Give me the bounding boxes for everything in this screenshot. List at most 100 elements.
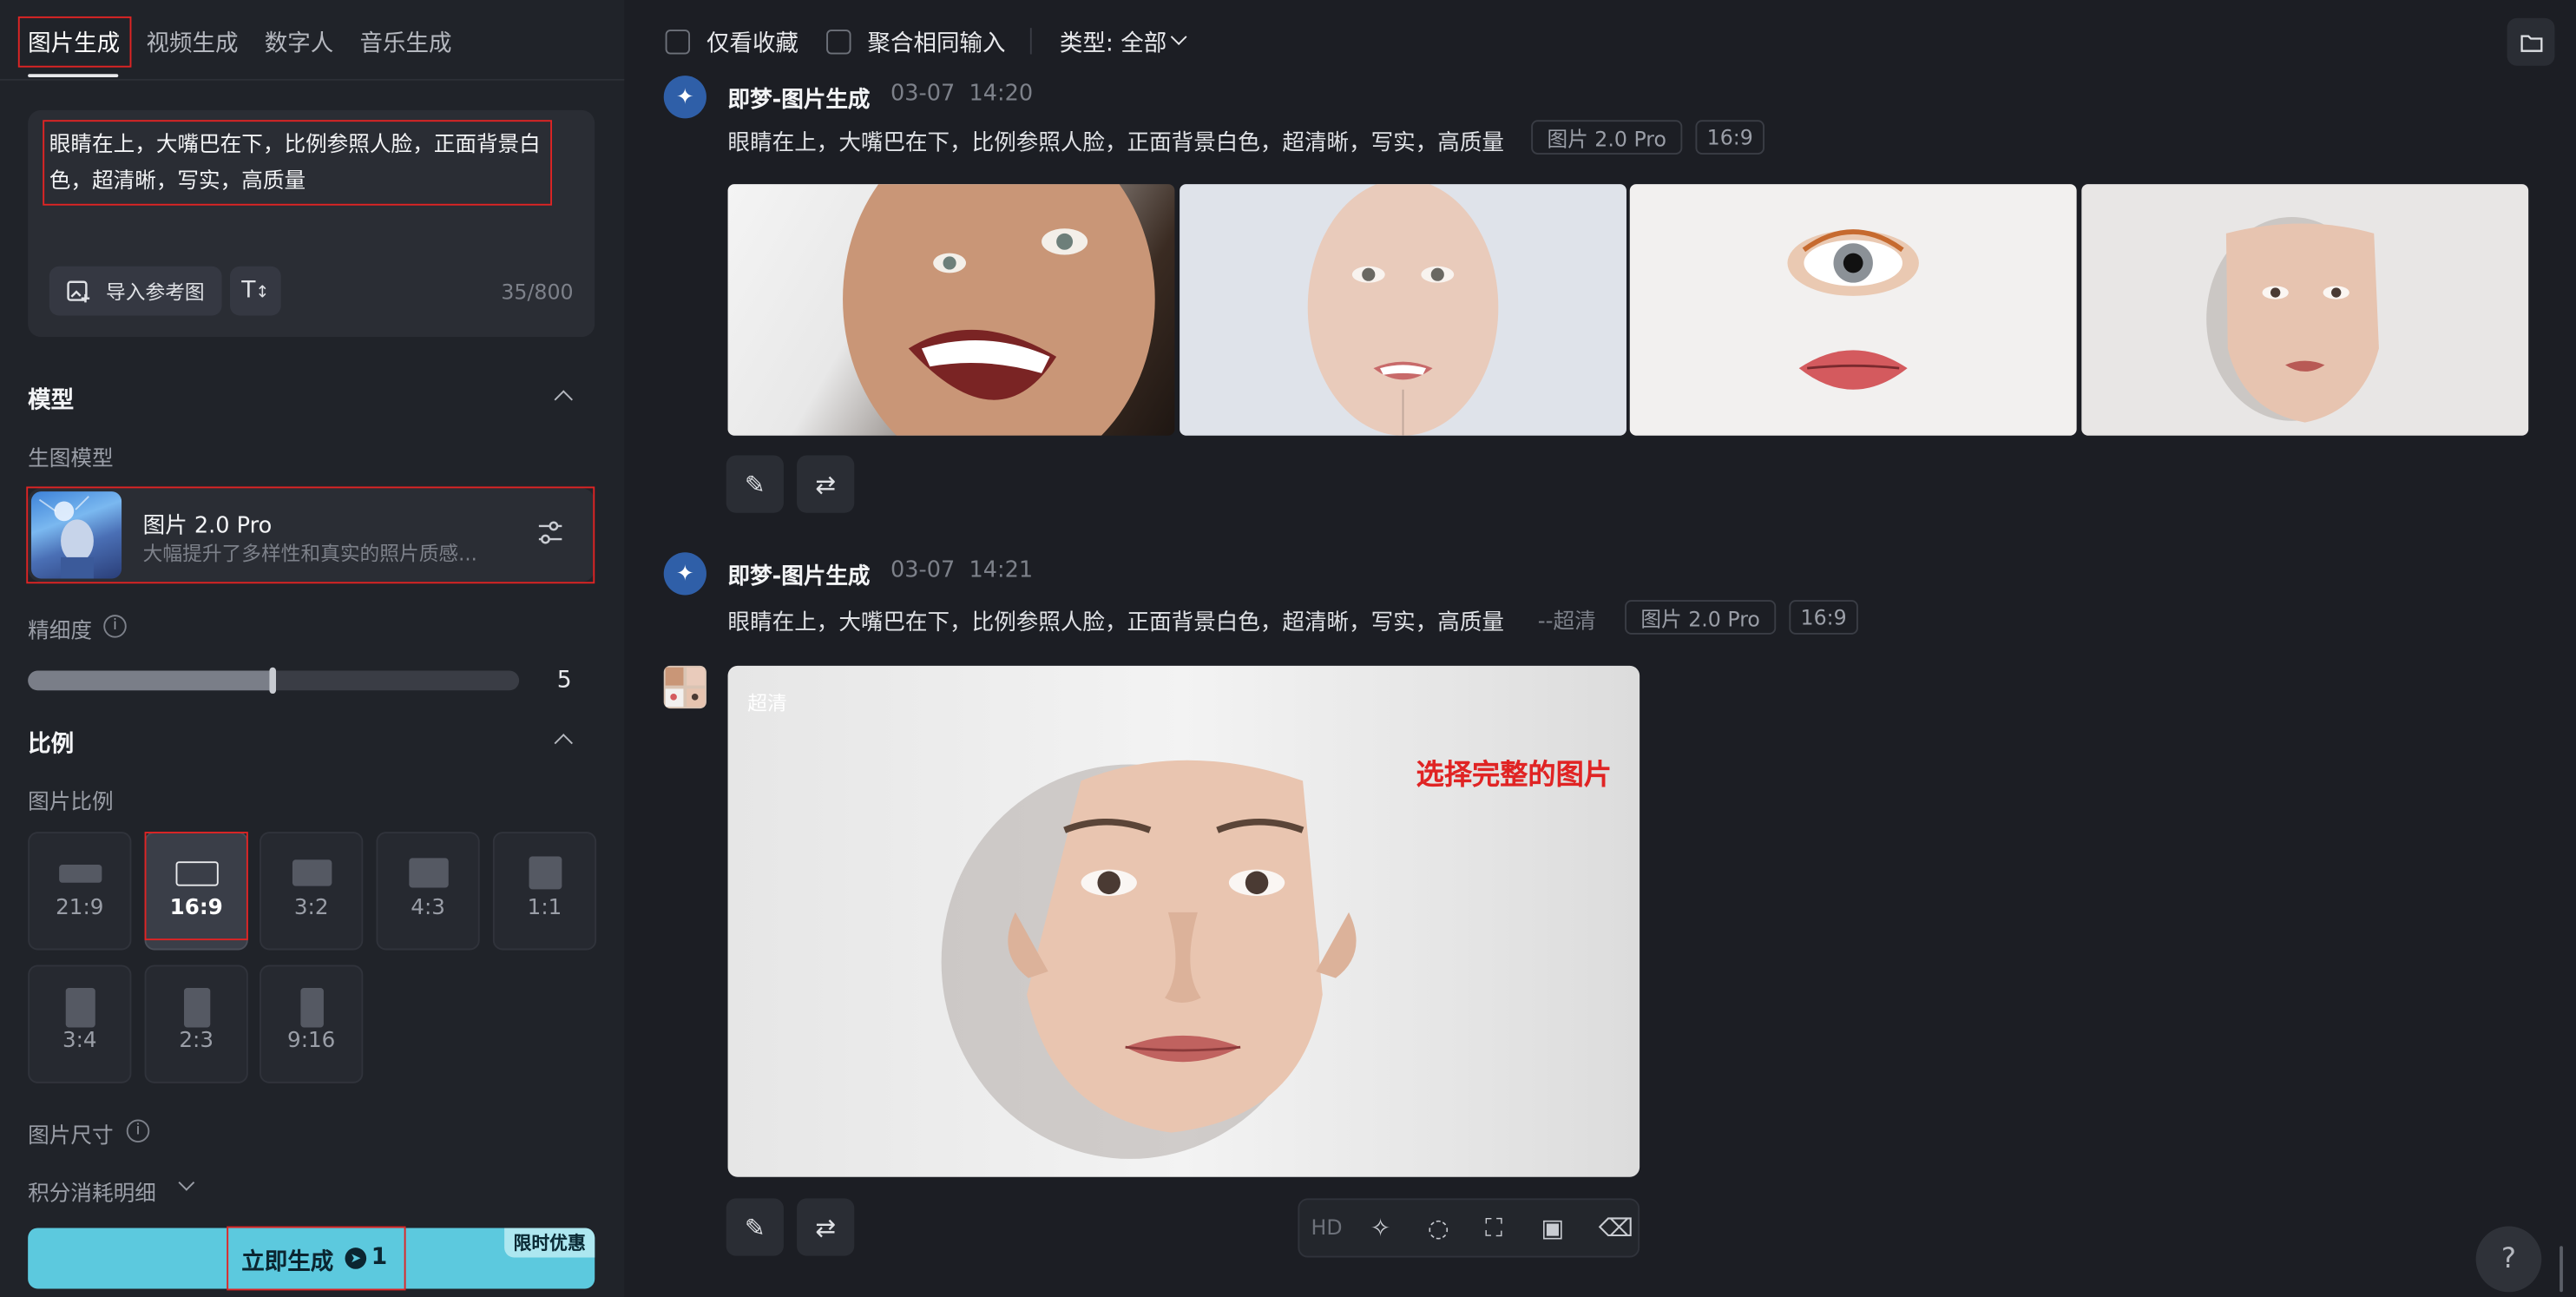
- settings-sliders-icon[interactable]: [536, 519, 565, 545]
- text-style-button[interactable]: T↕: [230, 266, 281, 316]
- edit-button[interactable]: ✎: [726, 1198, 784, 1256]
- detail-slider-handle[interactable]: [269, 667, 277, 695]
- face-mask-image: [2206, 216, 2379, 423]
- hd-button[interactable]: HD: [1311, 1215, 1343, 1239]
- ratio-tag: 16:9: [1789, 600, 1858, 635]
- ratio-option-1-1[interactable]: 1:1: [492, 832, 597, 951]
- face-mask-upscaled: [941, 760, 1357, 1159]
- cost-detail-link[interactable]: 积分消耗明细: [28, 1175, 156, 1206]
- pencil-icon: ✎: [744, 469, 766, 499]
- import-reference-button[interactable]: 导入参考图: [49, 266, 222, 316]
- ratio-label: 21:9: [56, 895, 104, 921]
- help-button[interactable]: ?: [2475, 1226, 2542, 1293]
- aggregate-inputs-checkbox[interactable]: [826, 30, 851, 55]
- model-name: 图片 2.0 Pro: [142, 512, 273, 540]
- ratio-option-3-2[interactable]: 3:2: [260, 832, 364, 951]
- tab-divider: [0, 78, 625, 81]
- ratio-option-2-3[interactable]: 2:3: [144, 965, 248, 1083]
- ratio-option-16-9[interactable]: 16:9: [144, 832, 248, 951]
- ratio-label: 3:4: [62, 1029, 97, 1054]
- model-tag: 图片 2.0 Pro: [1531, 120, 1683, 155]
- generation-title: 即梦-图片生成: [727, 87, 871, 114]
- info-icon[interactable]: i: [103, 615, 127, 638]
- char-count: 35/800: [501, 279, 574, 305]
- regenerate-icon: ⇄: [815, 469, 837, 499]
- import-reference-label: 导入参考图: [106, 280, 205, 304]
- scrollbar[interactable]: [2560, 1246, 2563, 1293]
- regenerate-button[interactable]: ⇄: [797, 1198, 855, 1256]
- generation-prompt: 眼睛在上，大嘴巴在下，比例参照人脸，正面背景白色，超清晰，写实，高质量: [727, 609, 1504, 636]
- favorites-only-checkbox[interactable]: [665, 30, 691, 55]
- ratio-option-3-4[interactable]: 3:4: [28, 965, 132, 1083]
- ratio-tag: 16:9: [1695, 120, 1764, 155]
- tab-music-generation[interactable]: 音乐生成: [360, 26, 452, 59]
- generated-image[interactable]: [727, 184, 1175, 436]
- ratio-shape: [529, 856, 562, 890]
- generated-image[interactable]: [1629, 184, 2077, 436]
- tab-video-generation[interactable]: 视频生成: [146, 26, 238, 59]
- source-image-thumbnail[interactable]: [663, 665, 706, 709]
- ratio-option-4-3[interactable]: 4:3: [376, 832, 480, 951]
- promo-badge: 限时优惠: [504, 1228, 595, 1258]
- tab-image-generation[interactable]: 图片生成: [28, 26, 120, 59]
- partial-redraw-icon[interactable]: ◌: [1428, 1213, 1449, 1242]
- model-description: 大幅提升了多样性和真实的照片质感...: [142, 542, 477, 566]
- ratio-label: 4:3: [411, 895, 445, 921]
- face-image-1: [843, 184, 1155, 436]
- detail-label: 精细度: [28, 619, 93, 645]
- credit-icon: ➤: [345, 1248, 367, 1269]
- magic-wand-icon[interactable]: ✧: [1370, 1213, 1391, 1242]
- prompt-input[interactable]: 眼睛在上，大嘴巴在下，比例参照人脸，正面背景白色，超清晰，写实，高质量: [49, 128, 550, 199]
- ratio-shape: [300, 987, 324, 1028]
- ratio-option-9-16[interactable]: 9:16: [260, 965, 364, 1083]
- folder-icon: [2520, 34, 2542, 51]
- folder-button[interactable]: [2507, 17, 2555, 66]
- upscaled-image[interactable]: [727, 665, 1640, 1177]
- ratio-label: 9:16: [287, 1029, 336, 1054]
- generated-image[interactable]: [1180, 184, 1626, 436]
- upscale-suffix: --超清: [1537, 609, 1596, 635]
- ratio-shape: [292, 859, 332, 886]
- pencil-icon: ✎: [744, 1212, 766, 1242]
- toolbar-divider: [1029, 28, 1032, 55]
- ratio-shape: [65, 987, 95, 1028]
- model-section-title: 模型: [28, 387, 75, 415]
- tab-digital-human[interactable]: 数字人: [265, 26, 334, 59]
- ratio-shape: [184, 987, 211, 1028]
- ratio-option-21-9[interactable]: 21:9: [28, 832, 132, 951]
- info-icon[interactable]: i: [126, 1119, 150, 1142]
- annotation-text: 选择完整的图片: [1416, 759, 1612, 793]
- detail-value: 5: [556, 667, 572, 695]
- model-subtitle: 生图模型: [28, 447, 114, 472]
- ratio-label: 1:1: [527, 895, 562, 921]
- ratio-shape: [409, 858, 449, 888]
- expand-frame-icon[interactable]: ⛶: [1485, 1213, 1502, 1242]
- ratio-section-title: 比例: [28, 731, 75, 758]
- detail-slider-fill: [28, 670, 275, 691]
- ratio-subtitle: 图片比例: [28, 790, 114, 816]
- model-thumbnail: [30, 491, 122, 579]
- image-to-video-icon[interactable]: ▣: [1541, 1213, 1565, 1242]
- favorites-only-label[interactable]: 仅看收藏: [706, 26, 798, 59]
- dreamina-avatar: ✦: [663, 552, 706, 596]
- generate-label: 立即生成: [241, 1249, 334, 1276]
- type-filter-dropdown[interactable]: 类型: 全部: [1060, 26, 1166, 59]
- hd-badge: 超清: [747, 692, 787, 715]
- generation-time: 03-07 14:20: [890, 80, 1034, 108]
- eraser-icon[interactable]: ⌫: [1599, 1213, 1633, 1242]
- star-icon: ✦: [676, 561, 694, 587]
- generation-prompt: 眼睛在上，大嘴巴在下，比例参照人脸，正面背景白色，超清晰，写实，高质量: [727, 129, 1504, 156]
- aggregate-inputs-label[interactable]: 聚合相同输入: [867, 26, 1005, 59]
- ratio-label: 2:3: [179, 1029, 214, 1054]
- regenerate-button[interactable]: ⇄: [797, 455, 855, 513]
- generation-time: 03-07 14:21: [890, 556, 1034, 584]
- active-tab-indicator: [28, 74, 119, 77]
- edit-button[interactable]: ✎: [726, 455, 784, 513]
- ratio-shape: [175, 861, 219, 886]
- face-image-2: [1307, 184, 1499, 436]
- image-add-icon: [68, 280, 91, 303]
- dreamina-avatar: ✦: [663, 76, 706, 119]
- ratio-label: 16:9: [169, 895, 223, 921]
- image-size-label: 图片尺寸: [28, 1124, 114, 1149]
- generated-image[interactable]: [2081, 184, 2529, 436]
